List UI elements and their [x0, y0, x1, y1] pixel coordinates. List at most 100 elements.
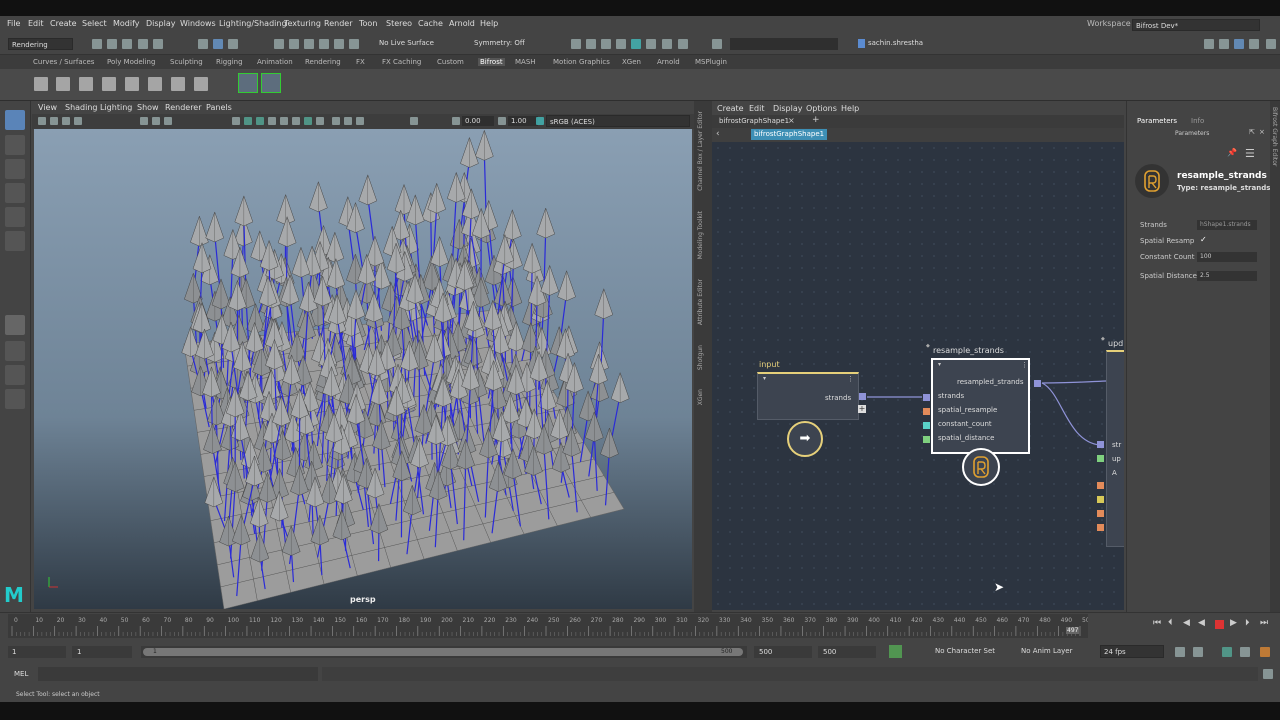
- node-menu-icon[interactable]: ⋮: [847, 375, 854, 383]
- menu-windows[interactable]: Windows: [180, 19, 216, 28]
- pause-icon[interactable]: [678, 39, 688, 49]
- play-backward-icon[interactable]: ◀: [1198, 618, 1205, 628]
- viewport-3d[interactable]: persp: [34, 129, 692, 609]
- shelf-tab-fx-caching[interactable]: FX Caching: [382, 58, 421, 66]
- lasso-tool-icon[interactable]: [5, 135, 25, 155]
- tab-parameters[interactable]: Parameters: [1137, 117, 1177, 125]
- go-to-end-icon[interactable]: ⏭: [1260, 618, 1268, 628]
- play-icon[interactable]: [662, 39, 672, 49]
- shelf-tab-xgen[interactable]: XGen: [622, 58, 641, 66]
- close-panel-icon[interactable]: ×: [1259, 128, 1265, 136]
- bifrost-field-icon[interactable]: [194, 77, 208, 91]
- vp-menu-show[interactable]: Show: [137, 103, 159, 112]
- vp-menu-shading[interactable]: Shading: [65, 103, 98, 112]
- film-gate-icon[interactable]: [152, 117, 160, 125]
- anim-tools-icon[interactable]: [1260, 647, 1270, 657]
- ipr-render-icon[interactable]: [601, 39, 611, 49]
- character-set-dropdown[interactable]: No Character Set: [935, 647, 995, 655]
- menu-stereo[interactable]: Stereo: [386, 19, 412, 28]
- wireframe-icon[interactable]: [232, 117, 240, 125]
- render-view-icon[interactable]: [571, 39, 581, 49]
- settings-icon[interactable]: [1266, 39, 1276, 49]
- gamma-field[interactable]: 1.00: [508, 116, 538, 126]
- bifrost-graph-icon[interactable]: [238, 73, 258, 93]
- shelf-tab-msplugin[interactable]: MSPlugin: [695, 58, 727, 66]
- snap-live-icon[interactable]: [349, 39, 359, 49]
- partial-strands-port[interactable]: [1097, 441, 1104, 448]
- lock-camera-icon[interactable]: [50, 117, 58, 125]
- partial-port-3[interactable]: [1097, 510, 1104, 517]
- hypershade-icon[interactable]: [646, 39, 656, 49]
- mel-label[interactable]: MEL: [14, 670, 28, 678]
- xray-icon[interactable]: [344, 117, 352, 125]
- menu-lighting-shading[interactable]: Lighting/Shading: [219, 19, 287, 28]
- user-name[interactable]: sachin.shrestha: [868, 39, 923, 47]
- attribute-editor-toggle-icon[interactable]: [1249, 39, 1259, 49]
- menu-help[interactable]: Help: [480, 19, 498, 28]
- ge-menu-edit[interactable]: Edit: [749, 104, 765, 113]
- constant-count-port[interactable]: [923, 422, 930, 429]
- time-ruler[interactable]: 0 10 20 30 40 50 60 70 80 90 100 110 120 130 140 150 160…: [8, 614, 1090, 638]
- graph-tab[interactable]: bifrostGraphShape1: [719, 117, 789, 125]
- back-arrow-icon[interactable]: ‹: [716, 129, 720, 139]
- tab-xgen[interactable]: XGen: [697, 389, 704, 405]
- auto-key-icon[interactable]: [889, 645, 902, 658]
- range-track[interactable]: 1 500: [141, 646, 747, 658]
- render-frame-icon[interactable]: [586, 39, 596, 49]
- motion-blur-icon[interactable]: [316, 117, 324, 125]
- tab-attribute-editor[interactable]: Attribute Editor: [697, 279, 704, 325]
- vp-menu-lighting[interactable]: Lighting: [100, 103, 132, 112]
- menu-toon[interactable]: Toon: [359, 19, 377, 28]
- render-settings-icon[interactable]: [616, 39, 626, 49]
- bifrost-aero-icon[interactable]: [34, 77, 48, 91]
- toolbox-toggle-icon[interactable]: [1204, 39, 1214, 49]
- single-perspective-icon[interactable]: [5, 315, 25, 335]
- symmetry-dropdown[interactable]: Symmetry: Off: [474, 39, 525, 47]
- two-pane-icon[interactable]: [5, 365, 25, 385]
- partial-up-port[interactable]: [1097, 455, 1104, 462]
- step-back-frame-icon[interactable]: ◀: [1183, 618, 1190, 628]
- channel-box-toggle-icon[interactable]: [1234, 39, 1244, 49]
- collapse-icon[interactable]: ▾: [938, 361, 941, 368]
- exposure-icon[interactable]: [410, 117, 418, 125]
- playback-start-field[interactable]: 1: [72, 646, 132, 658]
- input-strands-port[interactable]: [859, 393, 866, 400]
- arnold-render-icon[interactable]: [631, 39, 641, 49]
- outliner-icon[interactable]: [5, 389, 25, 409]
- tab-shotgun[interactable]: Shotgun: [697, 345, 704, 370]
- lights-icon[interactable]: [280, 117, 288, 125]
- ge-menu-options[interactable]: Options: [806, 104, 837, 113]
- shelf-tab-rigging[interactable]: Rigging: [216, 58, 243, 66]
- current-frame-marker[interactable]: 497: [1066, 627, 1080, 634]
- step-forward-frame-icon[interactable]: ▶: [1230, 618, 1237, 628]
- undo-icon[interactable]: [138, 39, 148, 49]
- step-back-key-icon[interactable]: ⏴: [1168, 618, 1173, 628]
- menu-cache[interactable]: Cache: [418, 19, 443, 28]
- snap-view-icon[interactable]: [334, 39, 344, 49]
- start-time-field[interactable]: 1: [8, 646, 66, 658]
- bifrost-graph-editor-tab[interactable]: Bifrost Graph Editor: [1271, 107, 1278, 166]
- menu-edit[interactable]: Edit: [28, 19, 44, 28]
- spatial-resample-checkbox[interactable]: ✓: [1200, 235, 1207, 244]
- sound-icon[interactable]: [1222, 647, 1232, 657]
- shelf-tab-bifrost[interactable]: Bifrost: [478, 58, 505, 66]
- smooth-shade-icon[interactable]: [244, 117, 252, 125]
- menu-arnold[interactable]: Arnold: [449, 19, 475, 28]
- node-menu-icon[interactable]: ⋮: [1021, 361, 1028, 369]
- color-space-dropdown[interactable]: sRGB (ACES): [546, 115, 690, 127]
- ge-menu-help[interactable]: Help: [841, 104, 859, 113]
- redo-icon[interactable]: [153, 39, 163, 49]
- bifrost-liquid-icon[interactable]: [102, 77, 116, 91]
- add-tab-icon[interactable]: +: [812, 115, 820, 125]
- vp-menu-view[interactable]: View: [38, 103, 57, 112]
- graph-canvas[interactable]: input ▾ ⋮ strands + ➡ ◆ resample_strands…: [712, 142, 1124, 610]
- image-plane-icon[interactable]: [74, 117, 82, 125]
- shelf-tab-mash[interactable]: MASH: [515, 58, 536, 66]
- tab-modeling-toolkit[interactable]: Modeling Toolkit: [697, 211, 704, 259]
- breadcrumb-item[interactable]: bifrostGraphShape1: [751, 129, 828, 140]
- snap-curve-icon[interactable]: [289, 39, 299, 49]
- move-tool-icon[interactable]: [5, 183, 25, 203]
- shelf-tab-animation[interactable]: Animation: [257, 58, 293, 66]
- menu-display[interactable]: Display: [146, 19, 176, 28]
- stop-icon[interactable]: [1215, 620, 1224, 629]
